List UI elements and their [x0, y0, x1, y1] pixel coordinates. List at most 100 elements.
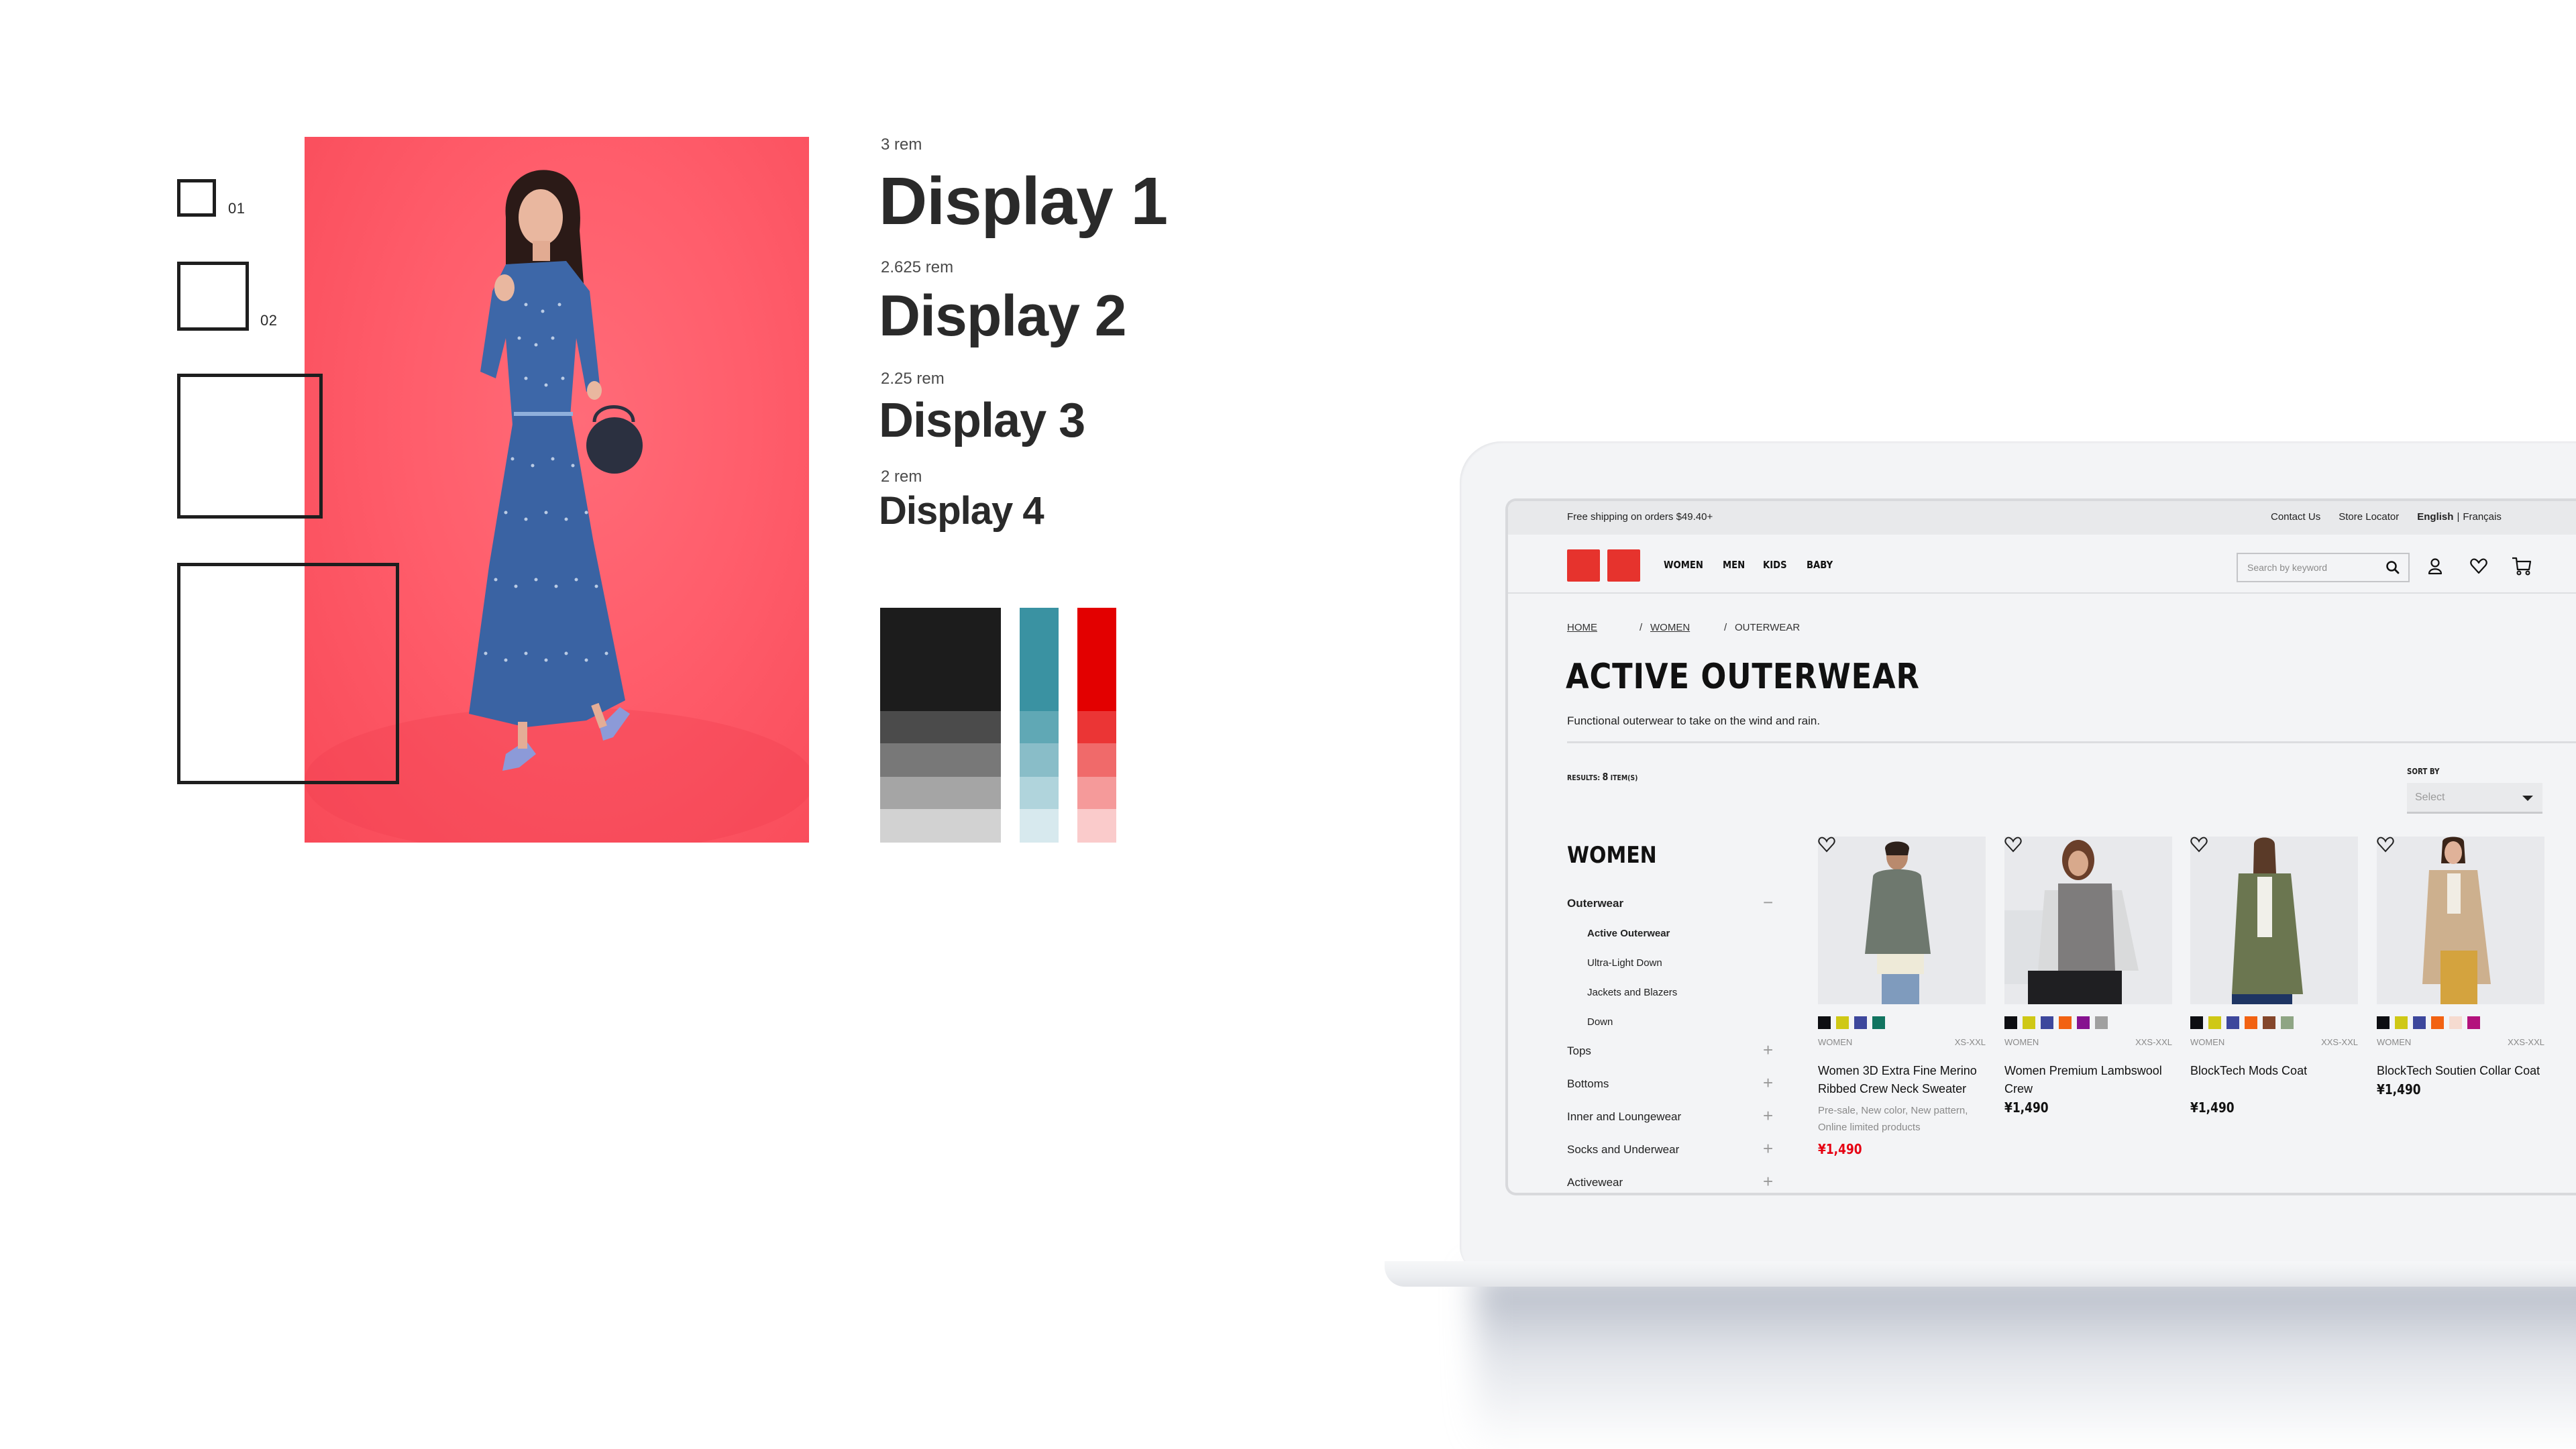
color-swatch[interactable] — [1836, 1016, 1849, 1029]
color-swatch[interactable] — [2377, 1016, 2390, 1029]
product-name[interactable]: BlockTech Soutien Collar Coat — [2377, 1062, 2544, 1080]
cart-icon[interactable] — [2512, 556, 2532, 576]
sidebar-title: WOMEN — [1567, 842, 1657, 869]
product-name[interactable]: Women 3D Extra Fine Merino Ribbed Crew N… — [1818, 1062, 1986, 1098]
product-card[interactable]: WOMEN XS-XXL Women 3D Extra Fine Merino R… — [1818, 837, 1986, 1157]
wishlist-icon[interactable] — [2470, 558, 2487, 574]
sidebar-item-activewear[interactable]: Activewear — [1567, 1176, 1623, 1189]
color-swatch[interactable] — [2245, 1016, 2257, 1029]
palette-swatch-neutral-3 — [880, 743, 1001, 777]
palette-swatch-red-3 — [1077, 743, 1116, 777]
sort-select[interactable]: Select — [2407, 783, 2542, 814]
color-swatch[interactable] — [2041, 1016, 2053, 1029]
color-swatch[interactable] — [1818, 1016, 1831, 1029]
product-card[interactable]: WOMEN XXS-XXL Women Premium Lambswool Cre… — [2004, 837, 2172, 1116]
palette-swatch-teal-2 — [1020, 711, 1059, 743]
nav-women[interactable]: WOMEN — [1664, 559, 1703, 571]
sidebar-sub-down[interactable]: Down — [1587, 1016, 1613, 1028]
collapse-icon[interactable]: − — [1763, 894, 1773, 911]
nav-kids[interactable]: KIDS — [1763, 559, 1787, 571]
color-swatch[interactable] — [2449, 1016, 2462, 1029]
product-photo-down-vest — [2004, 840, 2139, 1004]
contact-us-link[interactable]: Contact Us — [2271, 511, 2320, 523]
logo-square-left[interactable] — [1567, 549, 1600, 582]
product-price: ¥1,490 — [1818, 1141, 1862, 1157]
palette-swatch-red-5 — [1077, 809, 1116, 843]
color-swatch[interactable] — [2281, 1016, 2294, 1029]
breadcrumb-separator: / — [1640, 622, 1643, 633]
expand-icon[interactable]: + — [1763, 1041, 1773, 1059]
handbag — [586, 417, 643, 474]
account-icon[interactable] — [2427, 557, 2443, 575]
size-label-02: 02 — [260, 312, 278, 329]
type-size-label-1: 3 rem — [881, 136, 922, 154]
color-swatches — [2190, 1016, 2358, 1029]
breadcrumb-home[interactable]: HOME — [1567, 622, 1597, 633]
product-sizes: XXS-XXL — [2321, 1037, 2358, 1047]
product-name[interactable]: BlockTech Mods Coat — [2190, 1062, 2358, 1080]
color-swatch[interactable] — [2263, 1016, 2275, 1029]
heart-icon[interactable] — [1818, 837, 1835, 853]
color-swatch[interactable] — [1872, 1016, 1885, 1029]
expand-icon[interactable]: + — [1763, 1173, 1773, 1190]
sidebar-item-socks-underwear[interactable]: Socks and Underwear — [1567, 1143, 1679, 1157]
sidebar-sub-active-outerwear[interactable]: Active Outerwear — [1587, 928, 1670, 939]
nav-baby[interactable]: BABY — [1807, 559, 1833, 571]
color-swatch[interactable] — [1854, 1016, 1867, 1029]
color-swatch[interactable] — [2004, 1016, 2017, 1029]
color-swatch[interactable] — [2226, 1016, 2239, 1029]
color-swatches — [2377, 1016, 2544, 1029]
color-swatch[interactable] — [2208, 1016, 2221, 1029]
color-swatch[interactable] — [2467, 1016, 2480, 1029]
size-box-01 — [177, 179, 216, 217]
color-swatch[interactable] — [2077, 1016, 2090, 1029]
sidebar-sub-jackets-blazers[interactable]: Jackets and Blazers — [1587, 987, 1677, 998]
language-english[interactable]: English — [2417, 511, 2453, 523]
product-tags: Pre-sale, New color, New pattern, Online… — [1818, 1105, 1968, 1133]
product-name[interactable]: Women Premium Lambswool Crew — [2004, 1062, 2172, 1098]
results-prefix: RESULTS: — [1567, 773, 1601, 782]
heart-icon[interactable] — [2004, 837, 2022, 853]
color-swatch[interactable] — [2023, 1016, 2035, 1029]
logo-square-right[interactable] — [1607, 549, 1640, 582]
product-card[interactable]: WOMEN XXS-XXL BlockTech Soutien Collar Co… — [2377, 837, 2544, 1097]
color-swatch[interactable] — [2059, 1016, 2072, 1029]
product-image[interactable] — [2190, 837, 2358, 1004]
search-box[interactable] — [2237, 553, 2410, 582]
product-image[interactable] — [2004, 837, 2172, 1004]
product-card[interactable]: WOMEN XXS-XXL BlockTech Mods Coat ¥1,490 — [2190, 837, 2358, 1116]
sidebar-item-tops[interactable]: Tops — [1567, 1044, 1591, 1058]
color-swatch[interactable] — [2095, 1016, 2108, 1029]
page-title: ACTIVE OUTERWEAR — [1566, 657, 1920, 697]
sidebar-item-bottoms[interactable]: Bottoms — [1567, 1077, 1609, 1091]
color-swatch[interactable] — [2395, 1016, 2408, 1029]
product-image[interactable] — [1818, 837, 1986, 1004]
search-icon[interactable] — [2385, 560, 2400, 575]
utility-bar: Free shipping on orders $49.40+ Contact … — [1508, 501, 2576, 535]
product-price: ¥1,490 — [2190, 1099, 2235, 1116]
heart-icon[interactable] — [2377, 837, 2394, 853]
sidebar-item-outerwear[interactable]: Outerwear — [1567, 897, 1623, 910]
laptop-shadow — [1476, 1275, 2576, 1449]
search-input[interactable] — [2246, 559, 2380, 576]
store-locator-link[interactable]: Store Locator — [2339, 511, 2399, 523]
product-gender: WOMEN — [2190, 1037, 2225, 1047]
expand-icon[interactable]: + — [1763, 1107, 1773, 1124]
nav-men[interactable]: MEN — [1723, 559, 1745, 571]
display-4-sample: Display 4 — [879, 489, 1044, 533]
product-price: ¥1,490 — [2377, 1081, 2421, 1097]
heart-icon[interactable] — [2190, 837, 2208, 853]
color-swatch[interactable] — [2190, 1016, 2203, 1029]
expand-icon[interactable]: + — [1763, 1074, 1773, 1091]
product-gender: WOMEN — [1818, 1037, 1853, 1047]
product-image[interactable] — [2377, 837, 2544, 1004]
breadcrumb-women[interactable]: WOMEN — [1650, 622, 1690, 633]
color-swatch[interactable] — [2431, 1016, 2444, 1029]
sidebar-item-inner-loungewear[interactable]: Inner and Loungewear — [1567, 1110, 1681, 1124]
color-swatch[interactable] — [2413, 1016, 2426, 1029]
product-sizes: XXS-XXL — [2135, 1037, 2172, 1047]
expand-icon[interactable]: + — [1763, 1140, 1773, 1157]
language-francais[interactable]: Français — [2463, 511, 2502, 523]
sidebar-sub-ultra-light-down[interactable]: Ultra-Light Down — [1587, 957, 1662, 969]
main-nav: WOMEN MEN KIDS BABY — [1508, 535, 2576, 594]
